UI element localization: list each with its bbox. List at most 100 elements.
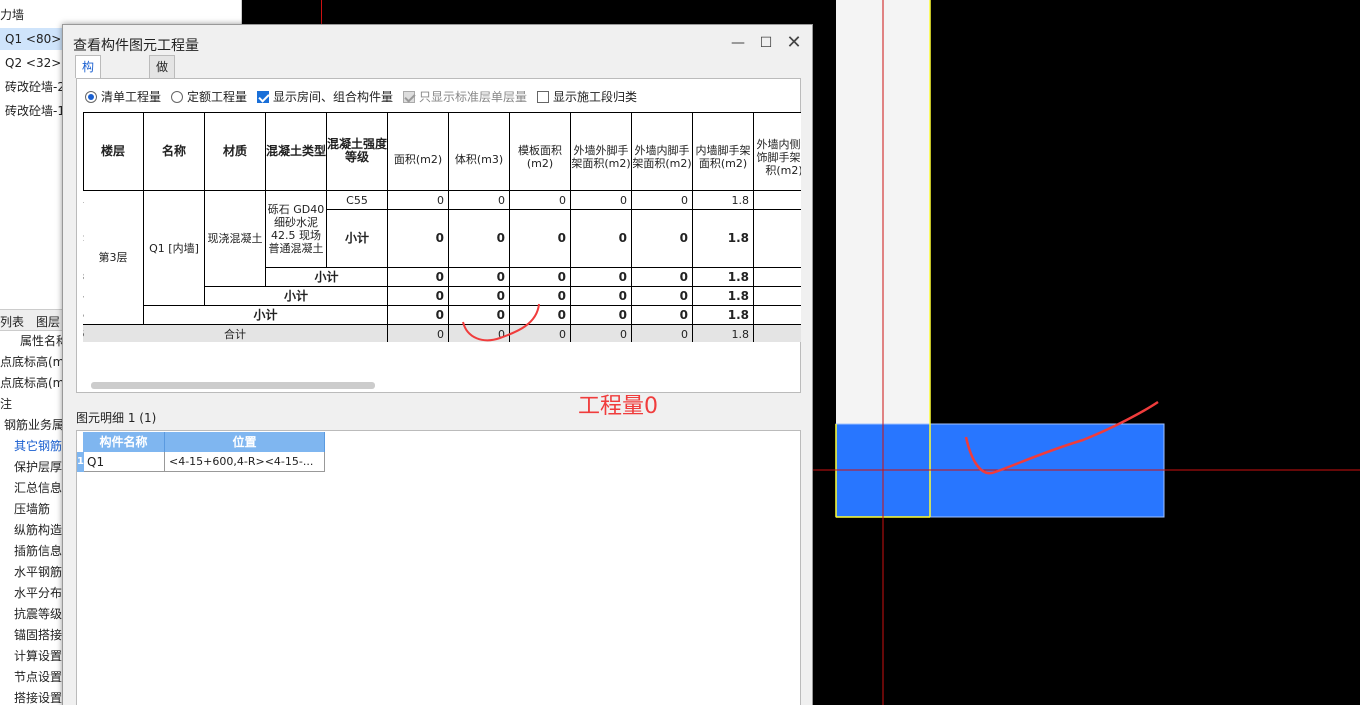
value-cell[interactable]: 0	[449, 191, 510, 210]
value-cell[interactable]	[754, 210, 801, 268]
value-cell[interactable]: 0	[632, 306, 693, 325]
value-cell[interactable]: 0	[571, 210, 632, 268]
cell-grade[interactable]: C55	[327, 191, 388, 210]
detail-cell-position[interactable]: <4-15+600,4-R><4-15-...	[165, 452, 325, 472]
cell-subtotal[interactable]: 小计	[266, 268, 388, 287]
value-cell[interactable]: 1.8	[693, 325, 754, 342]
row-number: 3	[83, 272, 84, 283]
dialog-title: 查看构件图元工程量	[73, 38, 199, 54]
value-cell[interactable]: 0	[388, 306, 449, 325]
detail-panel: 构件名称 位置 1 Q1 <4-15+600,4-R><4-15-...	[76, 430, 801, 705]
value-cell[interactable]: 0	[632, 268, 693, 287]
value-cell[interactable]: 0	[571, 325, 632, 342]
quantity-dialog: 查看构件图元工程量 — ☐ ✕ 构件工程量 做法工程量 清单工程量 定额工程量 …	[62, 24, 813, 705]
column-header[interactable]: 混凝土强度等级	[327, 112, 388, 191]
checkbox-icon[interactable]	[537, 91, 549, 103]
value-cell[interactable]	[754, 306, 801, 325]
value-cell[interactable]: 1.8	[693, 306, 754, 325]
cell-subtotal[interactable]: 小计	[205, 287, 388, 306]
value-cell[interactable]	[754, 287, 801, 306]
value-cell[interactable]: 0	[388, 268, 449, 287]
radio-icon[interactable]	[85, 91, 97, 103]
value-cell[interactable]: 0	[388, 191, 449, 210]
value-cell[interactable]: 0	[449, 210, 510, 268]
horizontal-scrollbar[interactable]	[91, 382, 375, 389]
cell-total[interactable]: 合计	[83, 325, 388, 342]
cell-subtotal[interactable]: 小计	[327, 210, 388, 268]
checkbox-icon	[403, 91, 415, 103]
column-header[interactable]: 内墙脚手架面积(m2)	[693, 112, 754, 191]
row-number: 2	[83, 233, 84, 244]
column-header[interactable]: 楼层	[83, 112, 144, 191]
tab-component-quantity[interactable]: 构件工程量	[75, 55, 102, 162]
column-header[interactable]: 材质	[205, 112, 266, 191]
radio-icon[interactable]	[171, 91, 183, 103]
value-cell[interactable]	[754, 191, 801, 210]
cell-subtotal[interactable]: 小计	[144, 306, 388, 325]
column-header[interactable]: 外墙外脚手架面积(m2)	[571, 112, 632, 191]
cell-floor[interactable]: 第3层	[83, 191, 144, 325]
cell-name[interactable]: Q1 [内墙]	[144, 191, 205, 306]
option-bill-quantity[interactable]: 清单工程量	[85, 89, 161, 105]
value-cell[interactable]: 0	[388, 287, 449, 306]
scribble-path	[462, 303, 540, 342]
tab-list[interactable]: 列表	[0, 313, 24, 330]
maximize-button[interactable]: ☐	[756, 33, 776, 53]
value-cell[interactable]: 0	[510, 268, 571, 287]
column-header[interactable]: 模板面积(m2)	[510, 112, 571, 191]
value-cell[interactable]: 0	[449, 268, 510, 287]
checkbox-icon[interactable]	[257, 91, 269, 103]
value-cell[interactable]	[754, 268, 801, 287]
value-cell[interactable]	[754, 325, 801, 342]
column-header[interactable]: 外墙内侧装饰脚手架面积(m2)	[754, 112, 801, 191]
value-cell[interactable]: 0	[571, 191, 632, 210]
detail-row-number: 1	[77, 452, 84, 472]
option-construction-segment[interactable]: 显示施工段归类	[537, 89, 637, 105]
row-number: 4	[83, 291, 84, 302]
value-cell[interactable]: 1.8	[693, 210, 754, 268]
column-header[interactable]: 面积(m2)	[388, 112, 449, 191]
row-number: 1	[83, 195, 84, 206]
cad-drawing[interactable]	[813, 0, 1360, 705]
detail-header-name[interactable]: 构件名称	[83, 432, 165, 452]
value-cell[interactable]: 0	[571, 268, 632, 287]
value-cell[interactable]: 0	[388, 325, 449, 342]
column-header[interactable]: 混凝土类型	[266, 112, 327, 191]
cell-material[interactable]: 现浇混凝土	[205, 191, 266, 287]
value-cell[interactable]: 1.8	[693, 268, 754, 287]
value-cell[interactable]: 0	[510, 210, 571, 268]
value-cell[interactable]: 0	[632, 325, 693, 342]
detail-title: 图元明细 1 (1)	[76, 411, 157, 425]
annotation-text: 工程量0	[578, 394, 658, 419]
column-header[interactable]: 外墙内脚手架面积(m2)	[632, 112, 693, 191]
tab-layer[interactable]: 图层	[36, 313, 60, 330]
value-cell[interactable]: 1.8	[693, 191, 754, 210]
column-header[interactable]: 体积(m3)	[449, 112, 510, 191]
detail-header-position[interactable]: 位置	[165, 432, 325, 452]
value-cell[interactable]: 0	[632, 191, 693, 210]
value-cell[interactable]: 0	[632, 210, 693, 268]
detail-cell-name[interactable]: Q1	[84, 452, 165, 472]
value-cell[interactable]: 0	[571, 306, 632, 325]
minimize-button[interactable]: —	[728, 33, 748, 53]
row-number: 6	[83, 329, 84, 340]
tab-method-quantity[interactable]: 做法工程量	[149, 55, 176, 162]
table-top-border	[83, 112, 801, 113]
value-cell[interactable]: 0	[571, 287, 632, 306]
tree-item[interactable]: Q1 <80>	[0, 28, 62, 50]
column-header[interactable]: 名称	[144, 112, 205, 191]
quantity-panel: 清单工程量 定额工程量 显示房间、组合构件量 只显示标准层单层量 显示施工段归类…	[76, 78, 801, 393]
option-norm-quantity[interactable]: 定额工程量	[171, 89, 247, 105]
cad-canvas[interactable]	[813, 0, 1360, 705]
value-cell[interactable]: 1.8	[693, 287, 754, 306]
row-number: 5	[83, 310, 84, 321]
value-cell[interactable]: 0	[388, 210, 449, 268]
value-cell[interactable]: 0	[632, 287, 693, 306]
screen: 力墙 Q1 <80> Q2 <32> 砖改砼墙-2 砖改砼墙-1 列表 图层 属性名称点…	[0, 0, 1360, 705]
tree-item[interactable]: 力墙	[0, 4, 242, 26]
option-show-room[interactable]: 显示房间、组合构件量	[257, 89, 393, 105]
quantity-table: 楼层 名称 材质 混凝土类型 混凝土强度等级 面积(m2) 体积(m3) 模板面积(m2) 外墙…	[83, 112, 801, 342]
value-cell[interactable]: 0	[510, 191, 571, 210]
cell-concrete-type[interactable]: 砾石 GD40 细砂水泥42.5 现场普通混凝土	[266, 191, 327, 268]
close-button[interactable]: ✕	[784, 33, 804, 53]
